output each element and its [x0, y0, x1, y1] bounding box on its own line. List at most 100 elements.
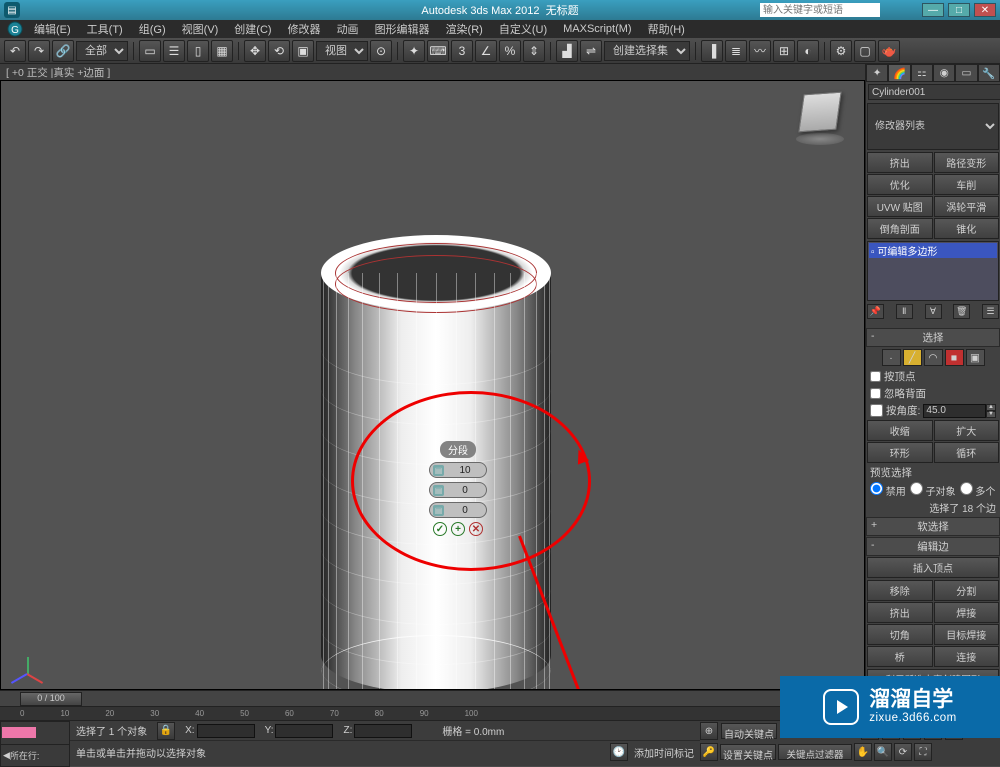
menu-animation[interactable]: 动画 — [329, 19, 367, 39]
split-button[interactable]: 分割 — [934, 580, 1000, 601]
insert-vertex-button[interactable]: 插入顶点 — [867, 557, 999, 578]
minimize-button[interactable]: — — [922, 3, 944, 17]
slide-spinner[interactable]: ▤0 — [429, 502, 487, 518]
autokey-button[interactable]: 自动关键点 — [721, 723, 777, 739]
create-tab-icon[interactable]: ✦ — [866, 64, 888, 82]
app-menu-icon[interactable]: G — [4, 20, 26, 38]
maximize-button[interactable]: □ — [948, 3, 970, 17]
render-setup-icon[interactable]: ⚙ — [830, 40, 852, 62]
caddy-ok-icon[interactable]: ✓ — [433, 522, 447, 536]
mod-btn-pathdeform[interactable]: 路径变形 — [934, 152, 1000, 173]
selection-filter[interactable]: 全部 — [76, 41, 128, 61]
viewport-orbit-icon[interactable]: ⟳ — [894, 743, 912, 761]
angle-spinner[interactable] — [923, 404, 986, 418]
viewport-label[interactable]: [ +0 正交 |真实 +边面 ] — [0, 64, 865, 80]
curve-editor-icon[interactable]: 〰 — [749, 40, 771, 62]
show-end-icon[interactable]: Ⅱ — [896, 304, 913, 319]
subobj-polygon-icon[interactable]: ■ — [945, 349, 964, 366]
chamfer-button[interactable]: 切角 — [867, 624, 933, 645]
render-icon[interactable]: 🫖 — [878, 40, 900, 62]
preview-multi-radio[interactable] — [960, 482, 973, 495]
spinner-snap-icon[interactable]: ⇕ — [523, 40, 545, 62]
extrude-button[interactable]: 挤出 — [867, 602, 933, 623]
undo-icon[interactable]: ↶ — [4, 40, 26, 62]
modifier-list[interactable]: 修改器列表 — [867, 103, 999, 150]
by-vertex-check[interactable] — [870, 371, 881, 382]
preview-subobj-radio[interactable] — [910, 482, 923, 495]
remove-mod-icon[interactable]: 🗑 — [953, 304, 970, 319]
mirror-icon[interactable]: ▟ — [556, 40, 578, 62]
add-time-tag[interactable]: 添加时间标记 — [634, 745, 694, 760]
viewport-zoom-icon[interactable]: 🔍 — [874, 743, 892, 761]
redo-icon[interactable]: ↷ — [28, 40, 50, 62]
mod-btn-bevelprofile[interactable]: 倒角剖面 — [867, 218, 933, 239]
menu-create[interactable]: 创建(C) — [226, 19, 279, 39]
caddy-apply-icon[interactable]: + — [451, 522, 465, 536]
segments-spinner[interactable]: ▤10 — [429, 462, 487, 478]
select-name-icon[interactable]: ☰ — [163, 40, 185, 62]
setkey-icon[interactable]: 🔑 — [700, 743, 718, 761]
angle-snap-icon[interactable]: ∠ — [475, 40, 497, 62]
rollout-editedges[interactable]: 编辑边 — [866, 537, 1000, 556]
mod-btn-optimize[interactable]: 优化 — [867, 174, 933, 195]
caddy-cancel-icon[interactable]: ✕ — [469, 522, 483, 536]
viewport[interactable]: 分段 ▤10 ▤0 ▤0 ✓ + ✕ — [0, 80, 865, 690]
mod-btn-extrude[interactable]: 挤出 — [867, 152, 933, 173]
setkey-button[interactable]: 设置关键点 — [720, 744, 776, 760]
menu-rendering[interactable]: 渲染(R) — [438, 19, 491, 39]
bridge-button[interactable]: 桥 — [867, 646, 933, 667]
subobj-element-icon[interactable]: ▣ — [966, 349, 985, 366]
pin-stack-icon[interactable]: 📌 — [867, 304, 884, 319]
display-tab-icon[interactable]: ▭ — [955, 64, 977, 82]
weld-button[interactable]: 焊接 — [934, 602, 1000, 623]
mod-btn-taper[interactable]: 锥化 — [934, 218, 1000, 239]
rollout-selection[interactable]: 选择 — [866, 328, 1000, 347]
ignore-backfacing-check[interactable] — [870, 388, 881, 399]
close-button[interactable]: ✕ — [974, 3, 996, 17]
percent-snap-icon[interactable]: % — [499, 40, 521, 62]
script-listener[interactable]: ◀ 所在行: — [0, 721, 70, 767]
subobj-edge-icon[interactable]: ╱ — [903, 349, 922, 366]
named-selection-sets[interactable]: 创建选择集 — [604, 41, 690, 61]
rollout-softsel[interactable]: 软选择 — [866, 517, 1000, 536]
pinch-spinner[interactable]: ▤0 — [429, 482, 487, 498]
mod-btn-lathe[interactable]: 车削 — [934, 174, 1000, 195]
menu-modifiers[interactable]: 修改器 — [280, 19, 329, 39]
timetag-icon[interactable]: 🕑 — [610, 743, 628, 761]
viewport-pan-icon[interactable]: ✋ — [854, 743, 872, 761]
menu-edit[interactable]: 编辑(E) — [26, 19, 79, 39]
targetweld-button[interactable]: 目标焊接 — [934, 624, 1000, 645]
keymode-icon[interactable]: ⊕ — [700, 722, 718, 740]
keyfilters-button[interactable]: 关键点过滤器 — [778, 744, 852, 760]
menu-maxscript[interactable]: MAXScript(M) — [555, 21, 639, 37]
select-icon[interactable]: ▭ — [139, 40, 161, 62]
align-icon[interactable]: ⇌ — [580, 40, 602, 62]
utilities-tab-icon[interactable]: 🔧 — [978, 64, 1000, 82]
configure-icon[interactable]: ☰ — [982, 304, 999, 319]
window-crossing-icon[interactable]: ▦ — [211, 40, 233, 62]
manipulate-icon[interactable]: ✦ — [403, 40, 425, 62]
select-region-icon[interactable]: ▯ — [187, 40, 209, 62]
remove-button[interactable]: 移除 — [867, 580, 933, 601]
shrink-button[interactable]: 收缩 — [867, 420, 933, 441]
ring-button[interactable]: 环形 — [867, 442, 933, 463]
menu-tools[interactable]: 工具(T) — [79, 19, 131, 39]
menu-group[interactable]: 组(G) — [131, 19, 174, 39]
loop-button[interactable]: 循环 — [934, 442, 1000, 463]
scale-icon[interactable]: ▣ — [292, 40, 314, 62]
connect-button[interactable]: 连接 — [934, 646, 1000, 667]
menu-grapheditors[interactable]: 图形编辑器 — [367, 19, 438, 39]
unique-icon[interactable]: ∀ — [925, 304, 942, 319]
rotate-icon[interactable]: ⟲ — [268, 40, 290, 62]
viewport-max-icon[interactable]: ⛶ — [914, 743, 932, 761]
motion-tab-icon[interactable]: ◉ — [933, 64, 955, 82]
lock-selection-icon[interactable]: 🔒 — [157, 722, 175, 740]
link-icon[interactable]: 🔗 — [52, 40, 74, 62]
snap-toggle-icon[interactable]: 3 — [451, 40, 473, 62]
z-coord-field[interactable] — [354, 724, 412, 738]
move-icon[interactable]: ✥ — [244, 40, 266, 62]
mirror2-icon[interactable]: ▐ — [701, 40, 723, 62]
stack-item-editpoly[interactable]: ▫ 可编辑多边形 — [869, 243, 997, 258]
pivot-icon[interactable]: ⊙ — [370, 40, 392, 62]
hierarchy-tab-icon[interactable]: ⚏ — [911, 64, 933, 82]
